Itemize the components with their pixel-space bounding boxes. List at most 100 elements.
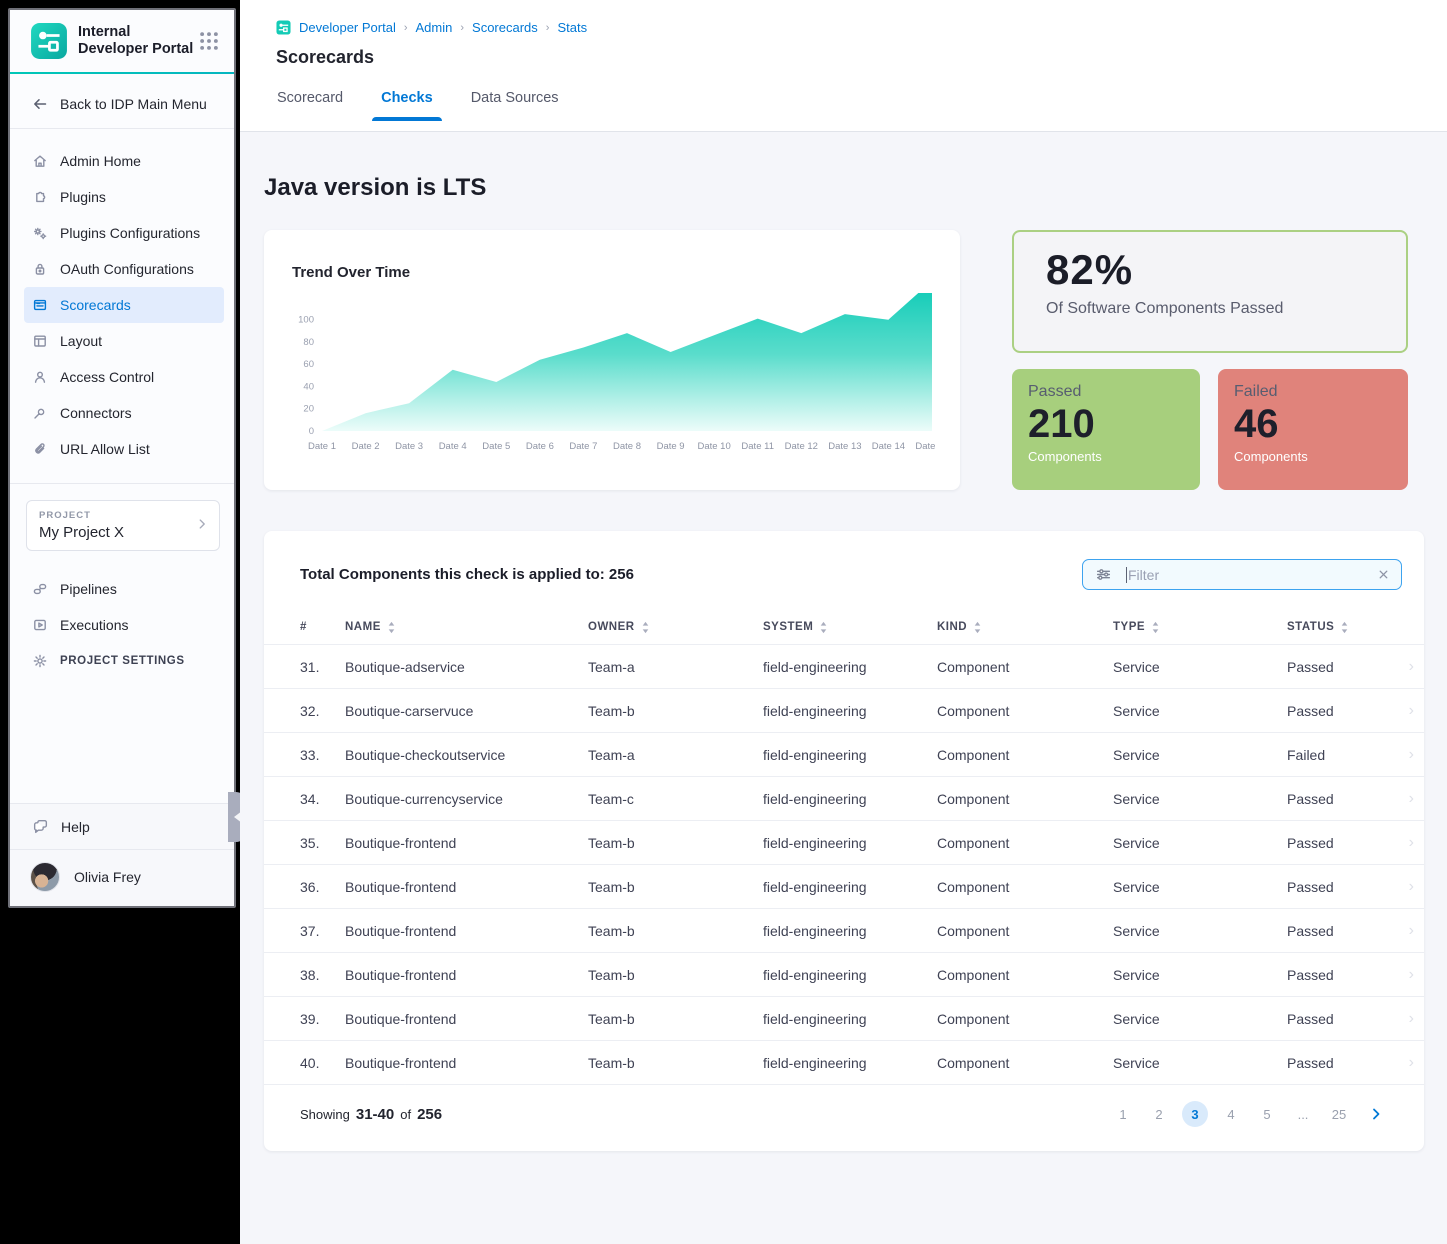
spacer bbox=[10, 679, 234, 803]
cell-system: field-engineering bbox=[763, 747, 937, 763]
project-selector[interactable]: PROJECT My Project X bbox=[26, 500, 220, 551]
table-row[interactable]: 31.Boutique-adserviceTeam-afield-enginee… bbox=[264, 644, 1424, 688]
page-button-1[interactable]: 1 bbox=[1110, 1101, 1136, 1127]
table-row[interactable]: 33.Boutique-checkoutserviceTeam-afield-e… bbox=[264, 732, 1424, 776]
sidebar-item-plugins[interactable]: Plugins bbox=[24, 179, 224, 215]
check-title: Java version is LTS bbox=[264, 174, 1424, 202]
percent-passed-card: 82% Of Software Components Passed bbox=[1012, 230, 1408, 353]
sidebar-item-plugins-configurations[interactable]: Plugins Configurations bbox=[24, 215, 224, 251]
of-label: of bbox=[400, 1107, 411, 1122]
sidebar-item-connectors[interactable]: Connectors bbox=[24, 395, 224, 431]
back-label: Back to IDP Main Menu bbox=[60, 96, 207, 112]
cell-type: Service bbox=[1113, 835, 1287, 851]
table-row[interactable]: 32.Boutique-carservuceTeam-bfield-engine… bbox=[264, 688, 1424, 732]
breadcrumb-link-admin[interactable]: Admin bbox=[416, 20, 453, 35]
help-chat-icon bbox=[32, 818, 49, 835]
cell-owner: Team-a bbox=[588, 747, 763, 763]
tab-scorecard[interactable]: Scorecard bbox=[277, 90, 343, 121]
svg-text:40: 40 bbox=[303, 382, 314, 393]
row-chevron-icon: › bbox=[1409, 658, 1414, 676]
page-button-25[interactable]: 25 bbox=[1326, 1101, 1352, 1127]
passed-caption: Components bbox=[1028, 449, 1200, 464]
filter-input[interactable] bbox=[1127, 567, 1376, 583]
sidebar-item-layout[interactable]: Layout bbox=[24, 323, 224, 359]
app-switcher-icon[interactable] bbox=[198, 30, 220, 52]
sidebar-item-access-control[interactable]: Access Control bbox=[24, 359, 224, 395]
table-row[interactable]: 34.Boutique-currencyserviceTeam-cfield-e… bbox=[264, 776, 1424, 820]
column-header-kind[interactable]: KIND bbox=[937, 621, 1113, 634]
topbar: Developer Portal›Admin›Scorecards›Stats … bbox=[240, 0, 1447, 132]
chevron-right-icon bbox=[195, 517, 209, 531]
cell-system: field-engineering bbox=[763, 879, 937, 895]
page-button-2[interactable]: 2 bbox=[1146, 1101, 1172, 1127]
page-button-5[interactable]: 5 bbox=[1254, 1101, 1280, 1127]
table-row[interactable]: 38.Boutique-frontendTeam-bfield-engineer… bbox=[264, 952, 1424, 996]
page-button-4[interactable]: 4 bbox=[1218, 1101, 1244, 1127]
column-header-type[interactable]: TYPE bbox=[1113, 621, 1287, 634]
showing-label: Showing bbox=[300, 1107, 350, 1122]
cell-system: field-engineering bbox=[763, 791, 937, 807]
column-header-owner[interactable]: OWNER bbox=[588, 621, 763, 634]
svg-text:0: 0 bbox=[309, 426, 314, 437]
screen: Internal Developer Portal Back to IDP Ma… bbox=[0, 0, 1447, 1244]
column-header-status[interactable]: STATUS bbox=[1287, 621, 1414, 634]
tab-checks[interactable]: Checks bbox=[381, 90, 433, 121]
divider bbox=[10, 483, 234, 484]
sidebar-item-label: Scorecards bbox=[60, 297, 131, 313]
cell-system: field-engineering bbox=[763, 659, 937, 675]
table-row[interactable]: 40.Boutique-frontendTeam-bfield-engineer… bbox=[264, 1040, 1424, 1084]
clear-filter-icon[interactable] bbox=[1376, 567, 1391, 582]
logo-row: Internal Developer Portal bbox=[10, 10, 234, 70]
column-header-name[interactable]: NAME bbox=[345, 621, 588, 634]
next-page-icon[interactable] bbox=[1368, 1106, 1384, 1122]
table-row[interactable]: 39.Boutique-frontendTeam-bfield-engineer… bbox=[264, 996, 1424, 1040]
sidebar-item-pipelines[interactable]: Pipelines bbox=[24, 571, 224, 607]
svg-text:Date 6: Date 6 bbox=[526, 441, 554, 452]
table-toolbar: Total Components this check is applied t… bbox=[264, 531, 1424, 610]
pipelines-icon bbox=[32, 581, 48, 597]
row-chevron-icon: › bbox=[1409, 966, 1414, 984]
table-row[interactable]: 35.Boutique-frontendTeam-bfield-engineer… bbox=[264, 820, 1424, 864]
user-menu[interactable]: Olivia Frey bbox=[10, 850, 234, 906]
table-row[interactable]: 37.Boutique-frontendTeam-bfield-engineer… bbox=[264, 908, 1424, 952]
sort-icon bbox=[1150, 621, 1161, 634]
filter-sliders-icon[interactable] bbox=[1095, 566, 1112, 583]
help-button[interactable]: Help bbox=[10, 804, 234, 849]
percent-caption: Of Software Components Passed bbox=[1046, 300, 1406, 318]
breadcrumb-link-stats[interactable]: Stats bbox=[557, 20, 587, 35]
svg-text:Date 2: Date 2 bbox=[352, 441, 380, 452]
tab-bar: Scorecard Checks Data Sources bbox=[276, 90, 1423, 121]
page-button-3[interactable]: 3 bbox=[1182, 1101, 1208, 1127]
sidebar-item-url-allow-list[interactable]: URL Allow List bbox=[24, 431, 224, 467]
person-icon bbox=[32, 369, 48, 385]
sidebar-item-admin-home[interactable]: Admin Home bbox=[24, 143, 224, 179]
project-name: My Project X bbox=[39, 524, 207, 541]
cell-num: 36. bbox=[300, 879, 345, 895]
breadcrumb-link-developer-portal[interactable]: Developer Portal bbox=[299, 20, 396, 35]
sidebar-item-project-settings[interactable]: PROJECT SETTINGS bbox=[24, 643, 224, 679]
cell-name: Boutique-frontend bbox=[345, 835, 588, 851]
sort-icon bbox=[972, 621, 983, 634]
lock-icon bbox=[32, 261, 48, 277]
cell-system: field-engineering bbox=[763, 1011, 937, 1027]
breadcrumb-link-scorecards[interactable]: Scorecards bbox=[472, 20, 538, 35]
sidebar-item-scorecards[interactable]: Scorecards bbox=[24, 287, 224, 323]
sidebar-item-executions[interactable]: Executions bbox=[24, 607, 224, 643]
svg-text:100: 100 bbox=[298, 315, 314, 326]
executions-icon bbox=[32, 617, 48, 633]
sidebar-item-label: URL Allow List bbox=[60, 441, 150, 457]
cell-owner: Team-b bbox=[588, 1011, 763, 1027]
back-to-idp-main-menu[interactable]: Back to IDP Main Menu bbox=[10, 74, 234, 128]
pagination: Showing 31-40 of 256 12345...25 bbox=[264, 1084, 1424, 1131]
column-header-system[interactable]: SYSTEM bbox=[763, 621, 937, 634]
cell-status: Passed bbox=[1287, 835, 1334, 851]
sidebar-item-oauth-configurations[interactable]: OAuth Configurations bbox=[24, 251, 224, 287]
home-icon bbox=[32, 153, 48, 169]
tab-data-sources[interactable]: Data Sources bbox=[471, 90, 559, 121]
table-row[interactable]: 36.Boutique-frontendTeam-bfield-engineer… bbox=[264, 864, 1424, 908]
cell-name: Boutique-checkoutservice bbox=[345, 747, 588, 763]
page-list: 12345...25 bbox=[1110, 1101, 1384, 1127]
sidebar: Internal Developer Portal Back to IDP Ma… bbox=[8, 8, 236, 908]
cell-owner: Team-b bbox=[588, 703, 763, 719]
gears-icon bbox=[32, 225, 48, 241]
